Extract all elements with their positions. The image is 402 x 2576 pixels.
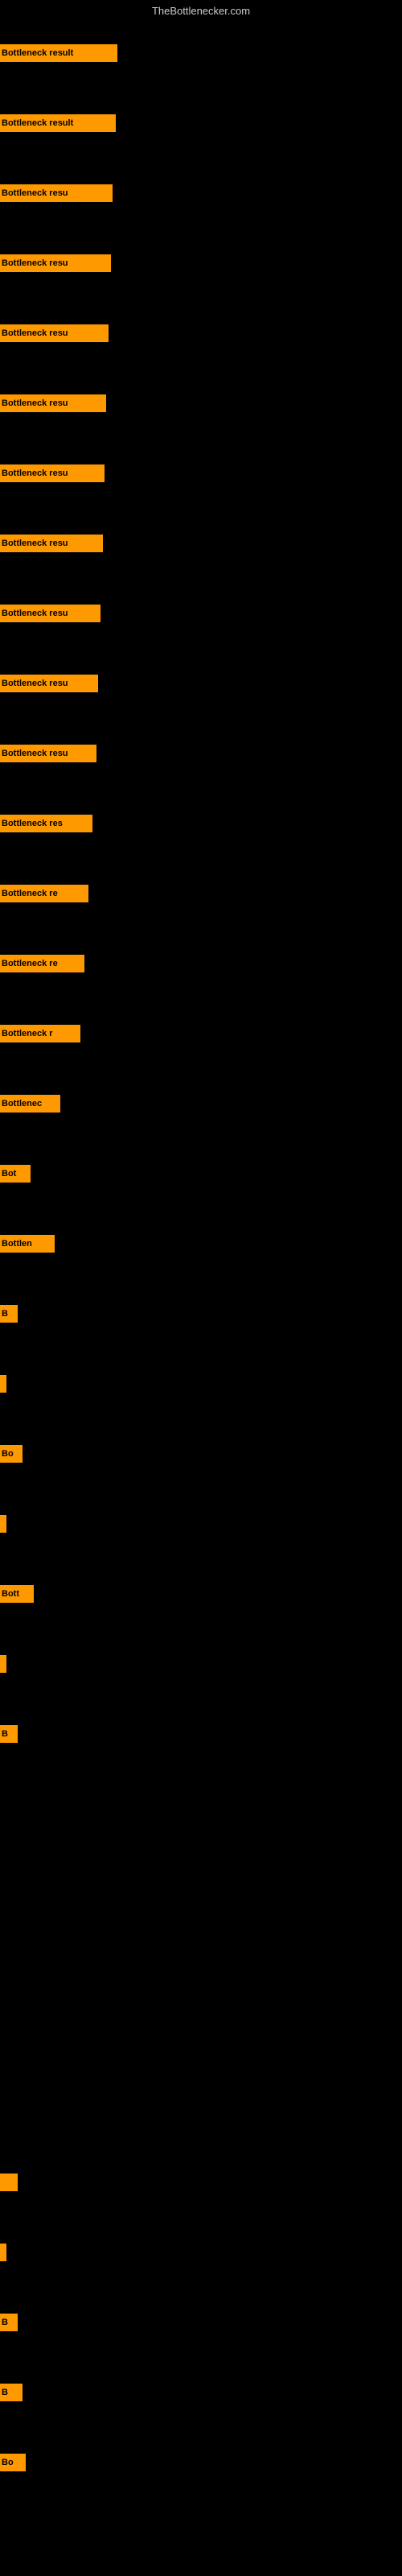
bottleneck-bar: Bottleneck re: [0, 885, 88, 902]
bottleneck-bar: [0, 1515, 6, 1533]
bottleneck-bar: B: [0, 2384, 23, 2401]
bottleneck-bar: [0, 2244, 6, 2261]
bottleneck-bar: [0, 2174, 18, 2191]
bottleneck-bar: Bottleneck resu: [0, 535, 103, 552]
bottleneck-bar: Bottleneck res: [0, 815, 92, 832]
site-title: TheBottlenecker.com: [0, 2, 402, 20]
bottleneck-bar: Bottleneck result: [0, 44, 117, 62]
bottleneck-bar: [0, 1655, 6, 1673]
bottleneck-bar: B: [0, 1725, 18, 1743]
bottleneck-bar: Bottleneck resu: [0, 394, 106, 412]
bottleneck-bar: Bottleneck result: [0, 114, 116, 132]
bottleneck-bar: B: [0, 1305, 18, 1323]
bottleneck-bar: Bott: [0, 1585, 34, 1603]
bottleneck-bar: Bottlenec: [0, 1095, 60, 1113]
bottleneck-bar: B: [0, 2314, 18, 2331]
bottleneck-bar: Bot: [0, 1165, 31, 1183]
bottleneck-bar: Bo: [0, 2454, 26, 2471]
bottleneck-bar: [0, 1375, 6, 1393]
bottleneck-bar: Bottleneck resu: [0, 184, 113, 202]
bottleneck-bar: Bottlen: [0, 1235, 55, 1253]
bottleneck-bar: Bottleneck resu: [0, 324, 109, 342]
bottleneck-bar: Bottleneck resu: [0, 464, 105, 482]
bottleneck-bar: Bottleneck resu: [0, 675, 98, 692]
bottleneck-bar: Bottleneck re: [0, 955, 84, 972]
bottleneck-bar: Bottleneck resu: [0, 605, 100, 622]
bottleneck-bar: Bottleneck resu: [0, 254, 111, 272]
bottleneck-bar: Bottleneck r: [0, 1025, 80, 1042]
bottleneck-bar: Bo: [0, 1445, 23, 1463]
bottleneck-bar: Bottleneck resu: [0, 745, 96, 762]
